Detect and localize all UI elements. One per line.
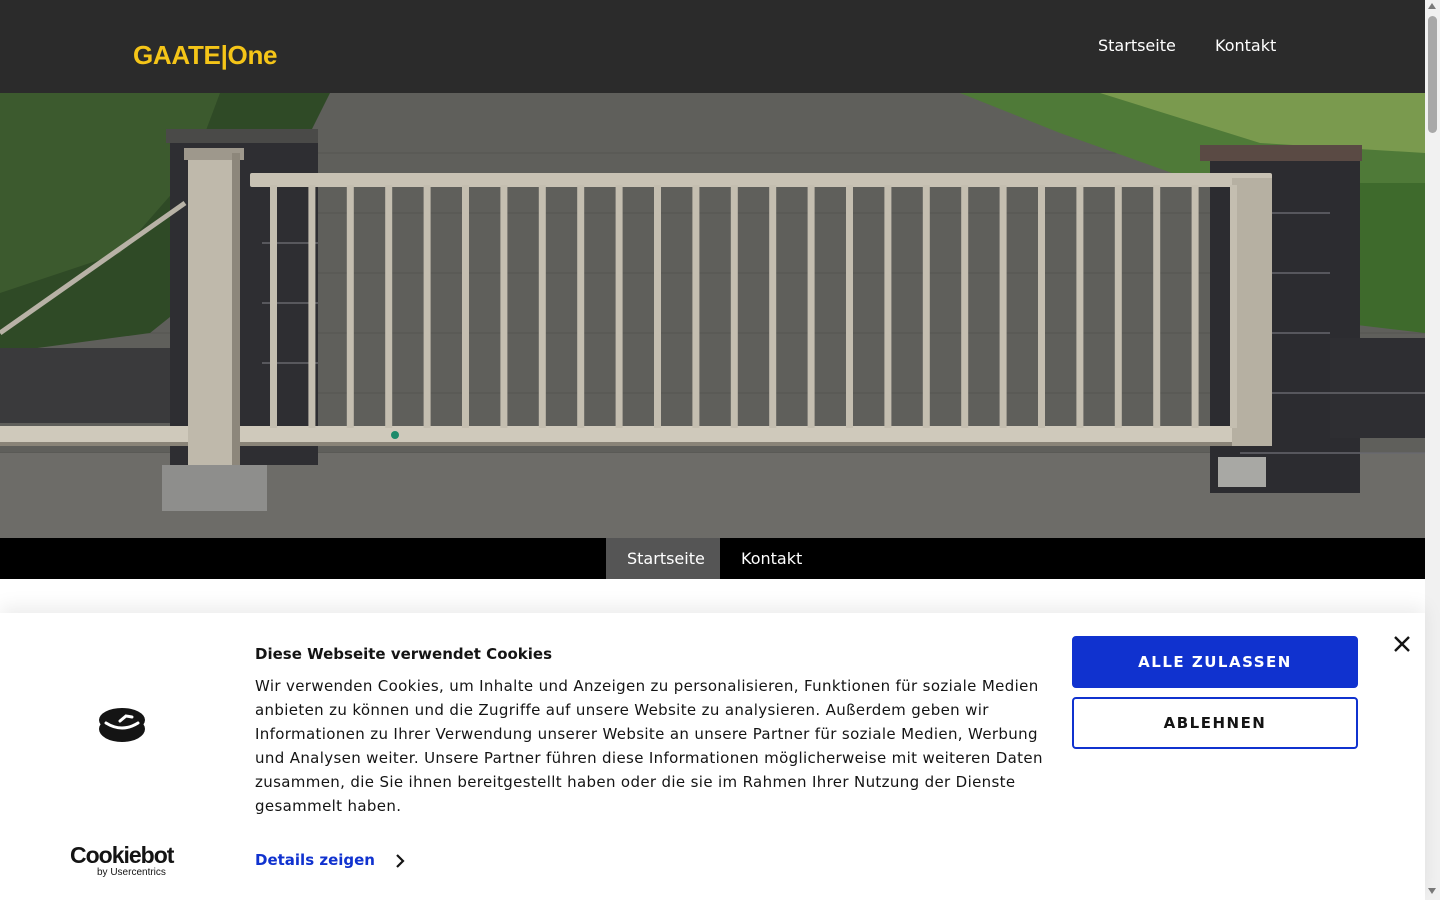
gate-bar (1191, 185, 1199, 428)
gate-bar (654, 185, 661, 428)
cookiebot-logo-icon (98, 707, 146, 747)
deny-button[interactable]: ABLEHNEN (1072, 697, 1358, 749)
cookiebot-brand: Cookiebot by Usercentrics (70, 842, 174, 879)
cookie-description: Wir verwenden Cookies, um Inhalte und An… (255, 677, 1043, 815)
cookie-consent-banner: Cookiebot by Usercentrics Diese Webseite… (0, 613, 1425, 900)
gate-bar (807, 185, 815, 428)
scroll-up-arrow-icon[interactable] (1428, 3, 1436, 9)
gate-bar (999, 185, 1007, 428)
gate-bar (1076, 185, 1084, 428)
gate-bar (846, 185, 853, 428)
details-link[interactable]: Details zeigen (255, 851, 375, 869)
cookiebot-brand-sub: by Usercentrics (97, 867, 166, 878)
gate-bar (1230, 185, 1237, 428)
allow-all-button[interactable]: ALLE ZULASSEN (1072, 636, 1358, 688)
scrollbar-thumb[interactable] (1428, 16, 1437, 133)
gate-bar (577, 185, 585, 428)
gate-bar (1153, 185, 1161, 428)
page-scrollbar[interactable] (1425, 0, 1440, 900)
cookie-title: Diese Webseite verwendet Cookies (255, 645, 553, 663)
gate-bar (961, 185, 969, 428)
gate-bar (884, 185, 892, 428)
gate-bar (500, 185, 508, 428)
site-header: GAATE|One Startseite Kontakt (0, 0, 1425, 93)
gate-bar (615, 185, 623, 428)
chevron-right-icon[interactable] (392, 853, 408, 869)
gate-bar (308, 185, 316, 428)
secondary-nav: Startseite Kontakt (0, 538, 1425, 579)
gate-bar (922, 185, 930, 428)
subnav-item-startseite[interactable]: Startseite (606, 538, 720, 579)
gate-photo-illustration (0, 93, 1425, 538)
hero-image (0, 93, 1425, 538)
gate-bar (1114, 185, 1122, 428)
header-nav-kontakt[interactable]: Kontakt (1215, 36, 1276, 55)
gate-bar (423, 185, 431, 428)
gate-bar (346, 185, 354, 428)
cookiebot-brand-name: Cookiebot (70, 842, 174, 868)
scroll-down-arrow-icon[interactable] (1428, 888, 1436, 894)
gate-bar (769, 185, 777, 428)
gate-bar (1038, 185, 1045, 428)
gate-bar (692, 185, 700, 428)
gate-bar (462, 185, 469, 428)
gate-bar (730, 185, 738, 428)
close-icon[interactable] (1391, 633, 1413, 655)
subnav-item-kontakt[interactable]: Kontakt (720, 538, 823, 579)
site-logo[interactable]: GAATE|One (133, 40, 278, 71)
gate-bar (538, 185, 546, 428)
gate-bar (385, 185, 393, 428)
header-nav-startseite[interactable]: Startseite (1098, 36, 1176, 55)
gate-bar (270, 185, 277, 428)
